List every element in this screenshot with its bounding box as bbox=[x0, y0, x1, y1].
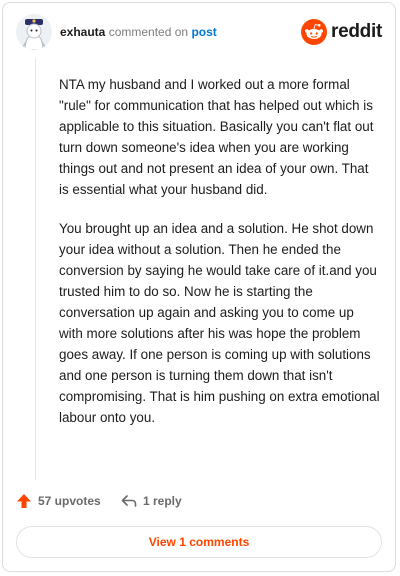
view-comments-button[interactable]: View 1 comments bbox=[16, 526, 382, 558]
comment-footer: 57 upvotes 1 reply bbox=[16, 493, 382, 513]
comment-paragraph: NTA my husband and I worked out a more f… bbox=[59, 77, 374, 197]
comment-header: exhauta commented on post reddit bbox=[16, 14, 382, 54]
post-link[interactable]: post bbox=[191, 25, 216, 39]
comment-body: NTA my husband and I worked out a more f… bbox=[59, 74, 381, 446]
comment-paragraph: You brought up an idea and a solution. H… bbox=[59, 221, 380, 425]
reply-button[interactable]: 1 reply bbox=[121, 493, 182, 509]
avatar-icon bbox=[16, 14, 52, 50]
reply-count: 1 reply bbox=[143, 494, 182, 508]
commented-on-text: commented on bbox=[108, 25, 189, 39]
reddit-snoo-icon bbox=[301, 19, 328, 45]
comment-meta: exhauta commented on post bbox=[60, 25, 217, 39]
reddit-logo[interactable]: reddit bbox=[301, 18, 382, 46]
username[interactable]: exhauta bbox=[60, 25, 105, 39]
upvote-button[interactable]: 57 upvotes bbox=[16, 493, 101, 509]
reply-arrow-icon bbox=[121, 495, 137, 507]
logo-wordmark: reddit bbox=[331, 21, 382, 42]
upvote-count: 57 upvotes bbox=[38, 494, 101, 508]
thread-line[interactable] bbox=[35, 58, 36, 480]
avatar[interactable] bbox=[16, 14, 52, 50]
upvote-arrow-icon bbox=[17, 494, 31, 508]
